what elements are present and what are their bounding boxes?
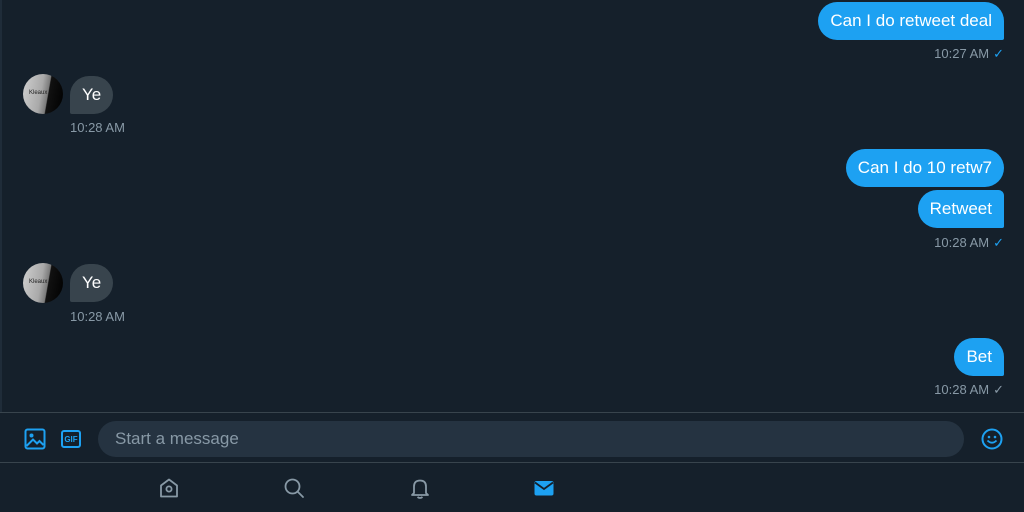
message-timestamp: 10:28 AM ✓ [934,382,1004,398]
message-timestamp: 10:28 AM ✓ [934,235,1004,251]
message-bubble-outgoing[interactable]: Retweet [917,190,1004,228]
message-timestamp: 10:28 AM [70,309,125,324]
bottom-tab-bar [0,462,1024,512]
dm-conversation-screen: Can I do retweet deal 10:27 AM ✓ Kleaux Y… [0,0,1024,512]
avatar-text: Kleaux [29,90,48,96]
mail-icon [534,481,554,496]
gif-icon: GIF [61,430,81,448]
message-timestamp: 10:27 AM ✓ [934,46,1004,62]
read-check-icon: ✓ [993,235,1004,250]
message-bubble-incoming[interactable]: Ye [70,264,114,302]
emoji-icon[interactable] [980,427,1004,451]
timestamp-text: 10:27 AM [934,46,990,61]
avatar[interactable]: Kleaux [23,263,63,303]
tab-home[interactable] [156,475,182,501]
message-bubble-outgoing[interactable]: Can I do retweet deal [818,2,1004,40]
gif-button[interactable]: GIF [59,428,83,450]
tab-messages[interactable] [531,475,557,501]
bell-icon [411,479,429,499]
message-bubble-outgoing[interactable]: Can I do 10 retw7 [845,149,1004,187]
message-bubble-outgoing[interactable]: Bet [954,338,1004,376]
timestamp-text: 10:28 AM [934,382,990,397]
search-icon [284,478,304,498]
message-bubble-incoming[interactable]: Ye [70,76,114,114]
avatar-text: Kleaux [29,279,48,285]
sent-check-icon: ✓ [993,382,1004,397]
read-check-icon: ✓ [993,46,1004,61]
tab-search[interactable] [281,475,307,501]
message-timestamp: 10:28 AM [70,120,125,135]
tab-notifications[interactable] [407,475,433,501]
message-input[interactable] [98,421,964,457]
image-icon[interactable] [23,427,47,451]
avatar[interactable]: Kleaux [23,74,63,114]
timestamp-text: 10:28 AM [934,235,990,250]
message-composer: GIF [0,412,1024,462]
message-list[interactable]: Can I do retweet deal 10:27 AM ✓ Kleaux Y… [0,0,1024,412]
home-icon [160,478,178,498]
